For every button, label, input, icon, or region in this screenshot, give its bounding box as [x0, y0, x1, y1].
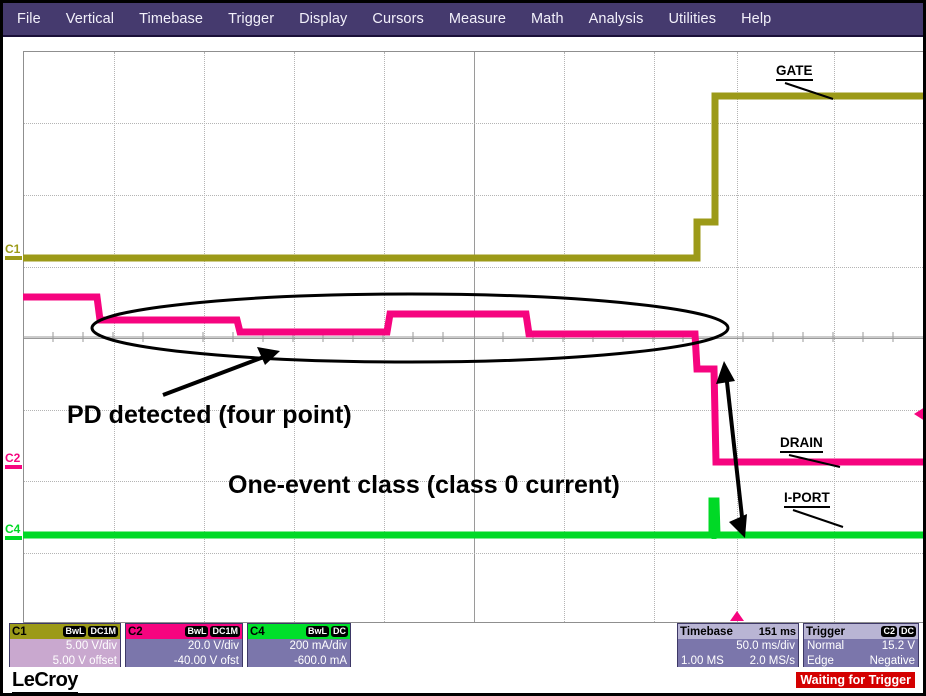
wave-label-gate: GATE: [776, 63, 813, 81]
grid-line-h: [24, 195, 923, 196]
trigger-panel-header[interactable]: Trigger C2 DC: [804, 624, 918, 639]
channel-marker-bar: [5, 256, 22, 260]
menu-item-file[interactable]: File: [17, 11, 41, 27]
channel-panel-c2[interactable]: C2 BwL DC1M 20.0 V/div -40.00 V ofst: [125, 623, 243, 669]
lecroy-logo: LeCroy: [12, 669, 78, 693]
channel-panel-c4-header[interactable]: C4 BwL DC: [248, 624, 350, 639]
trigger-mode: Normal: [807, 640, 845, 652]
timebase-scale[interactable]: 50.0 ms/div: [678, 639, 798, 654]
trigger-coupling-chip[interactable]: DC: [899, 626, 916, 637]
axis-tick: [474, 72, 475, 79]
wave-label-drain: DRAIN: [780, 435, 823, 453]
channel-c1-scale[interactable]: 5.00 V/div: [10, 639, 120, 654]
oscilloscope-window: File Vertical Timebase Trigger Display C…: [0, 0, 926, 696]
axis-tick: [474, 382, 475, 389]
trigger-source-chip[interactable]: C2: [881, 626, 897, 637]
bandwidth-limit-chip[interactable]: BwL: [306, 626, 329, 637]
grid-line-h: [24, 553, 923, 554]
acquisition-status-badge: Waiting for Trigger: [796, 672, 915, 688]
axis-tick: [474, 92, 475, 99]
menu-item-display[interactable]: Display: [299, 11, 347, 27]
grid-line-v: [654, 52, 655, 622]
annotation-pd-detected: PD detected (four point): [67, 401, 352, 429]
trigger-panel[interactable]: Trigger C2 DC Normal 15.2 V Edge Negativ…: [803, 623, 919, 669]
channel-marker-bar: [5, 465, 22, 469]
trigger-mode-row[interactable]: Normal 15.2 V: [804, 639, 918, 654]
trigger-level: 15.2 V: [881, 640, 915, 652]
menu-bar: File Vertical Timebase Trigger Display C…: [3, 3, 923, 37]
coupling-chip[interactable]: DC1M: [210, 626, 240, 637]
menu-item-help[interactable]: Help: [741, 11, 771, 27]
grid-line-h: [24, 267, 923, 268]
graticule: [23, 51, 923, 623]
axis-tick: [474, 592, 475, 599]
channel-marker-bar: [5, 536, 22, 540]
grid-line-v: [737, 52, 738, 622]
status-bar: C1 BwL DC1M 5.00 V/div 5.00 V offset C2 …: [3, 621, 923, 669]
menu-item-timebase[interactable]: Timebase: [139, 11, 203, 27]
grid-center-h: [24, 338, 923, 339]
bandwidth-limit-chip[interactable]: BwL: [185, 626, 209, 637]
footer-divider: [8, 693, 918, 694]
grid-line-v: [204, 52, 205, 622]
grid-line-v: [114, 52, 115, 622]
axis-tick: [474, 572, 475, 579]
menu-item-vertical[interactable]: Vertical: [66, 11, 114, 27]
grid-line-v: [834, 52, 835, 622]
grid-line-v: [564, 52, 565, 622]
axis-tick: [474, 222, 475, 229]
axis-tick: [474, 292, 475, 299]
coupling-chip[interactable]: DC1M: [88, 626, 118, 637]
trigger-level-marker[interactable]: [914, 407, 923, 421]
axis-tick: [474, 152, 475, 159]
waveform-screen[interactable]: C1 C2 C4: [3, 39, 923, 623]
timebase-panel-header[interactable]: Timebase 151 ms: [678, 624, 798, 639]
axis-tick: [474, 452, 475, 459]
channel-marker-c2[interactable]: C2: [5, 452, 22, 469]
axis-tick: [474, 312, 475, 319]
axis-tick: [474, 362, 475, 369]
channel-panel-c1-header[interactable]: C1 BwL DC1M: [10, 624, 120, 639]
timebase-delay: 151 ms: [758, 625, 796, 638]
channel-c2-scale[interactable]: 20.0 V/div: [126, 639, 242, 654]
menu-item-measure[interactable]: Measure: [449, 11, 506, 27]
bandwidth-limit-chip[interactable]: BwL: [63, 626, 87, 637]
channel-panel-c1[interactable]: C1 BwL DC1M 5.00 V/div 5.00 V offset: [9, 623, 121, 669]
trigger-position-marker[interactable]: [730, 611, 744, 621]
coupling-chip[interactable]: DC: [331, 626, 348, 637]
axis-tick: [474, 522, 475, 529]
channel-marker-c4[interactable]: C4: [5, 523, 22, 540]
channel-panel-c2-header[interactable]: C2 BwL DC1M: [126, 624, 242, 639]
grid-line-v: [294, 52, 295, 622]
menu-item-cursors[interactable]: Cursors: [372, 11, 423, 27]
axis-tick: [474, 172, 475, 179]
axis-tick: [474, 242, 475, 249]
grid-line-v: [384, 52, 385, 622]
menu-item-analysis[interactable]: Analysis: [589, 11, 644, 27]
axis-tick: [474, 502, 475, 509]
channel-marker-c1[interactable]: C1: [5, 243, 22, 260]
axis-tick: [474, 112, 475, 119]
axis-tick: [474, 432, 475, 439]
grid-line-h: [24, 123, 923, 124]
wave-label-iport: I-PORT: [784, 490, 830, 508]
menu-item-utilities[interactable]: Utilities: [668, 11, 716, 27]
channel-panel-c4[interactable]: C4 BwL DC 200 mA/div -600.0 mA: [247, 623, 351, 669]
annotation-one-event-class: One-event class (class 0 current): [228, 471, 620, 499]
timebase-panel[interactable]: Timebase 151 ms 50.0 ms/div 1.00 MS 2.0 …: [677, 623, 799, 669]
channel-c4-scale[interactable]: 200 mA/div: [248, 639, 350, 654]
footer-bar: LeCroy Waiting for Trigger: [3, 667, 923, 694]
menu-item-trigger[interactable]: Trigger: [228, 11, 274, 27]
menu-item-math[interactable]: Math: [531, 11, 564, 27]
grid-center-v: [474, 52, 475, 622]
